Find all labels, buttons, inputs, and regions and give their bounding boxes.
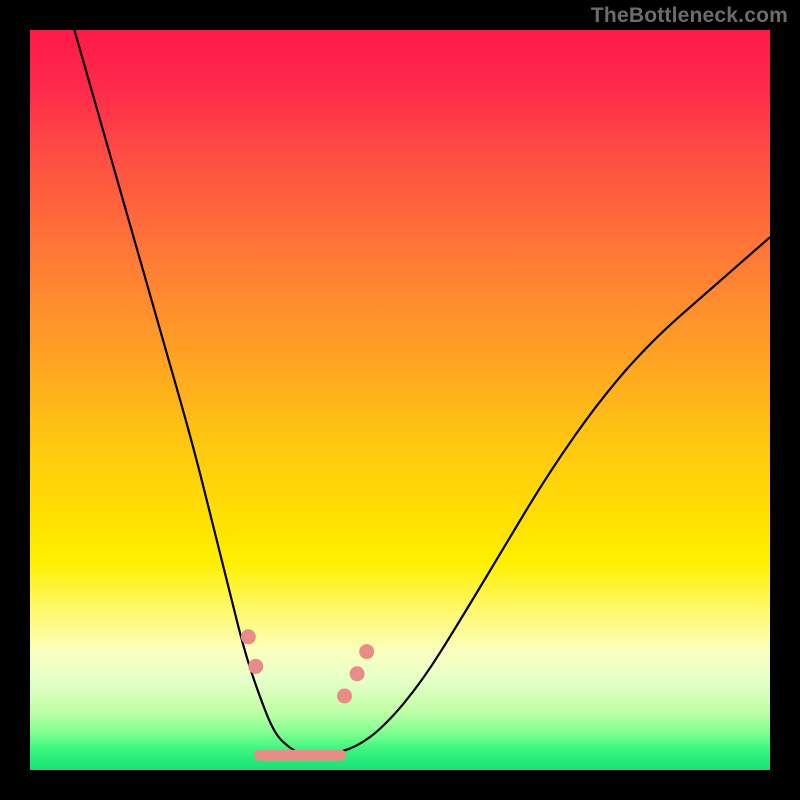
markers-group bbox=[241, 629, 374, 703]
marker-point-4 bbox=[359, 644, 374, 659]
plot-area bbox=[30, 30, 770, 770]
marker-point-2 bbox=[337, 689, 352, 704]
marker-point-1 bbox=[248, 659, 263, 674]
watermark-text: TheBottleneck.com bbox=[591, 4, 788, 28]
marker-point-3 bbox=[350, 666, 365, 681]
bottleneck-curve bbox=[74, 30, 770, 755]
chart-frame: TheBottleneck.com bbox=[0, 0, 800, 800]
marker-point-0 bbox=[241, 629, 256, 644]
curve-layer bbox=[30, 30, 770, 770]
